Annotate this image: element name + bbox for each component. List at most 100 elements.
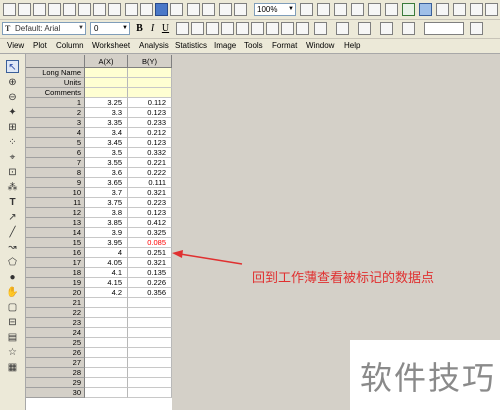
menu-tools[interactable]: Tools (244, 41, 263, 50)
zoom-select[interactable]: 100% ▼ (254, 3, 296, 16)
menu-help[interactable]: Help (344, 41, 360, 50)
row-header[interactable]: 18 (26, 268, 85, 278)
row-header[interactable]: 17 (26, 258, 85, 268)
cell-b[interactable]: 0.223 (128, 198, 172, 208)
cell-a[interactable]: 3.95 (85, 238, 128, 248)
cell-a[interactable]: 4.2 (85, 288, 128, 298)
decrease-font-icon[interactable] (251, 22, 264, 35)
row-header[interactable]: 30 (26, 388, 85, 398)
new-function-icon[interactable] (78, 3, 91, 16)
cell-b[interactable]: 0.356 (128, 288, 172, 298)
cell-b[interactable]: 0.412 (128, 218, 172, 228)
import-multiple-icon[interactable] (202, 3, 215, 16)
cell-b[interactable]: 0.123 (128, 208, 172, 218)
new-graph-icon[interactable] (48, 3, 61, 16)
cell-a[interactable] (85, 358, 128, 368)
menu-image[interactable]: Image (214, 41, 236, 50)
cell-a[interactable]: 3.7 (85, 188, 128, 198)
increase-font-icon[interactable] (236, 22, 249, 35)
cell-a[interactable]: 3.85 (85, 218, 128, 228)
row-header[interactable]: 16 (26, 248, 85, 258)
cell-b[interactable] (128, 308, 172, 318)
cell-b[interactable]: 0.212 (128, 128, 172, 138)
new-excel-icon[interactable] (33, 3, 46, 16)
cell-a[interactable] (85, 318, 128, 328)
cell-b[interactable] (128, 388, 172, 398)
cell-b[interactable]: 0.222 (128, 168, 172, 178)
column-header-b[interactable]: B(Y) (128, 55, 172, 68)
graph-view-icon[interactable] (436, 3, 449, 16)
curved-arrow-icon[interactable]: ↝ (6, 241, 19, 254)
pattern-icon[interactable] (380, 22, 393, 35)
row-header[interactable]: 28 (26, 368, 85, 378)
cell-b[interactable]: 0.221 (128, 158, 172, 168)
row-header[interactable]: 25 (26, 338, 85, 348)
greek-icon[interactable] (221, 22, 234, 35)
results-log-icon[interactable] (334, 3, 347, 16)
row-header[interactable]: 14 (26, 228, 85, 238)
open-template-icon[interactable] (140, 3, 153, 16)
row-header[interactable]: 20 (26, 288, 85, 298)
menu-analysis[interactable]: Analysis (139, 41, 169, 50)
italic-button[interactable]: I (147, 22, 158, 35)
cell-b[interactable]: 0.321 (128, 258, 172, 268)
marked-cell-b[interactable]: 0.085 (128, 238, 172, 248)
cell-a[interactable] (85, 348, 128, 358)
cell-a[interactable] (85, 308, 128, 318)
cell-b[interactable]: 0.251 (128, 248, 172, 258)
corner-header[interactable] (26, 55, 85, 68)
row-header[interactable]: 1 (26, 98, 85, 108)
align-right-icon[interactable] (296, 22, 309, 35)
draw-data-icon[interactable]: ⁂ (6, 181, 19, 194)
cell-a[interactable]: 3.45 (85, 138, 128, 148)
row-header[interactable]: 19 (26, 278, 85, 288)
cell-b[interactable] (128, 368, 172, 378)
meta-row-header[interactable]: Long Name (26, 68, 85, 78)
new-project-icon[interactable] (3, 3, 16, 16)
cell-a[interactable]: 3.65 (85, 178, 128, 188)
cell-b[interactable] (128, 328, 172, 338)
cell-a[interactable] (85, 328, 128, 338)
line-color-icon[interactable] (358, 22, 371, 35)
cell-a[interactable]: 3.55 (85, 158, 128, 168)
notes-view-icon[interactable] (470, 3, 483, 16)
cell-a[interactable]: 3.5 (85, 148, 128, 158)
cell-b[interactable] (128, 318, 172, 328)
cell-a[interactable] (85, 378, 128, 388)
row-header[interactable]: 29 (26, 378, 85, 388)
data-reader-icon[interactable]: ⊞ (6, 121, 19, 134)
cell-a[interactable] (85, 338, 128, 348)
matrix-view-icon[interactable] (453, 3, 466, 16)
row-header[interactable]: 4 (26, 128, 85, 138)
arrow-tool-icon[interactable]: ↗ (6, 211, 19, 224)
save-icon[interactable] (155, 3, 168, 16)
save-template-icon[interactable] (170, 3, 183, 16)
bold-button[interactable]: B (134, 22, 145, 35)
menu-column[interactable]: Column (56, 41, 84, 50)
row-header[interactable]: 13 (26, 218, 85, 228)
cell-a[interactable]: 4 (85, 248, 128, 258)
cell-a[interactable]: 3.25 (85, 98, 128, 108)
region-tool-icon[interactable]: ▢ (6, 301, 19, 314)
row-header[interactable]: 10 (26, 188, 85, 198)
row-header[interactable]: 5 (26, 138, 85, 148)
refresh-icon[interactable] (234, 3, 247, 16)
row-header[interactable]: 11 (26, 198, 85, 208)
cell-a[interactable]: 3.75 (85, 198, 128, 208)
screen-reader-icon[interactable]: ✦ (6, 106, 19, 119)
row-header[interactable]: 21 (26, 298, 85, 308)
align-center-icon[interactable] (281, 22, 294, 35)
project-explorer-icon[interactable] (368, 3, 381, 16)
row-header[interactable]: 12 (26, 208, 85, 218)
cell-a[interactable] (85, 368, 128, 378)
cell-a[interactable]: 3.9 (85, 228, 128, 238)
cell-b[interactable]: 0.233 (128, 118, 172, 128)
worksheet-grid[interactable]: A(X) B(Y) Long Name Units Comments 1 3.25 0.1… (26, 55, 172, 410)
row-header[interactable]: 7 (26, 158, 85, 168)
row-header[interactable]: 27 (26, 358, 85, 368)
code-builder-icon[interactable] (317, 3, 330, 16)
menu-statistics[interactable]: Statistics (175, 41, 207, 50)
menu-window[interactable]: Window (306, 41, 334, 50)
cell-b[interactable] (128, 348, 172, 358)
align-left-icon[interactable] (266, 22, 279, 35)
